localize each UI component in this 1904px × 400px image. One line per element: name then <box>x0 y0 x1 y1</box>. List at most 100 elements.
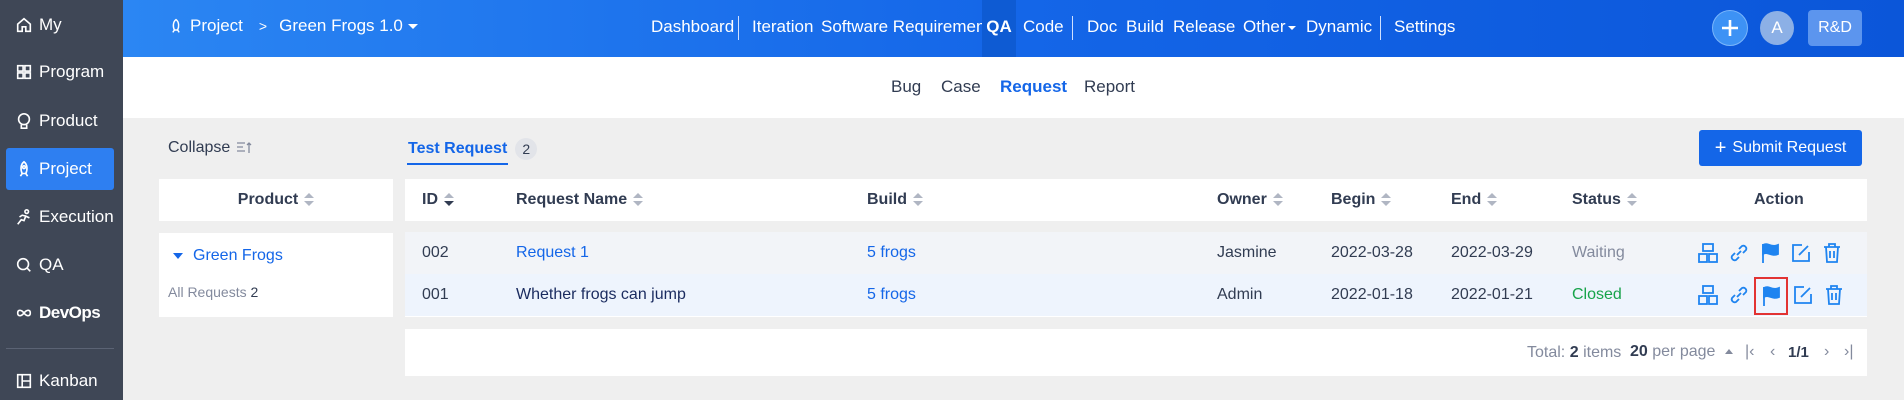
cell-begin: 2022-01-18 <box>1331 286 1413 303</box>
last-page-icon[interactable]: ›| <box>1844 343 1853 361</box>
product-tree: Green Frogs All Requests 2 <box>159 233 393 317</box>
tab-test-request[interactable]: Test Request 2 <box>408 138 538 160</box>
table-row: 002 Request 1 5 frogs Jasmine 2022-03-28… <box>405 232 1867 274</box>
nav-other[interactable]: Other <box>1243 0 1296 57</box>
sort-icon <box>913 192 923 207</box>
breadcrumb-root[interactable]: Project <box>190 16 243 36</box>
trash-icon[interactable] <box>1822 283 1846 307</box>
sidebar-item-label: Program <box>39 62 105 81</box>
chevron-right-icon: > <box>258 18 268 34</box>
column-header-request-name[interactable]: Request Name <box>516 179 644 221</box>
sidebar-item-project[interactable]: Project <box>6 148 114 190</box>
link-icon[interactable] <box>1727 283 1751 307</box>
nav-qa[interactable]: QA <box>982 0 1016 57</box>
row-actions <box>1696 277 1853 315</box>
flag-icon[interactable] <box>1758 241 1782 265</box>
pager: Total: 2 items 20 per page |‹ ‹ 1/1 › ›| <box>405 329 1867 376</box>
sidebar-item-label: My <box>39 15 62 34</box>
sidebar-item-label: Kanban <box>39 371 98 390</box>
nav-release[interactable]: Release <box>1173 0 1235 57</box>
collapse-icon <box>237 142 252 153</box>
column-header-owner[interactable]: Owner <box>1217 179 1283 221</box>
plus-icon <box>1722 20 1738 36</box>
first-page-icon[interactable]: |‹ <box>1745 343 1754 361</box>
cell-owner: Jasmine <box>1217 244 1277 261</box>
cell-request-name[interactable]: Request 1 <box>516 232 589 274</box>
cell-end: 2022-03-29 <box>1451 244 1533 261</box>
sidebar-item-qa[interactable]: QA <box>6 244 114 286</box>
sidebar-item-label: Execution <box>39 207 114 226</box>
row-actions <box>1696 241 1851 265</box>
team-button[interactable]: R&D <box>1808 10 1862 46</box>
column-header-id[interactable]: ID <box>422 179 454 221</box>
prev-page-icon[interactable]: ‹ <box>1770 343 1775 361</box>
cases-icon[interactable] <box>1696 283 1720 307</box>
cell-build[interactable]: 5 frogs <box>867 274 916 316</box>
sort-icon <box>1272 192 1283 207</box>
next-page-icon[interactable]: › <box>1824 343 1829 361</box>
per-page-select[interactable]: 20 per page <box>1630 343 1733 361</box>
nav-iteration[interactable]: Iteration <box>752 0 813 57</box>
cell-status: Waiting <box>1572 244 1625 261</box>
nav-settings[interactable]: Settings <box>1394 0 1455 57</box>
avatar[interactable]: A <box>1760 11 1794 45</box>
edit-icon[interactable] <box>1791 283 1815 307</box>
top-header: Project > Green Frogs 1.0 Dashboard Iter… <box>123 0 1904 57</box>
nav-dashboard[interactable]: Dashboard <box>651 0 734 57</box>
rocket-icon <box>14 159 34 179</box>
sidebar-item-label: Product <box>39 111 98 130</box>
cases-icon[interactable] <box>1696 241 1720 265</box>
tab-label: Test Request <box>408 140 508 157</box>
all-requests-count: 2 <box>250 284 259 300</box>
total-suffix: items <box>1583 344 1622 361</box>
nav-build[interactable]: Build <box>1126 0 1164 57</box>
subnav-request[interactable]: Request <box>1000 77 1067 97</box>
sub-nav: Bug Case Request Report <box>123 57 1904 118</box>
column-header-build[interactable]: Build <box>867 179 923 221</box>
sidebar-item-label: QA <box>39 255 64 274</box>
cell-id: 001 <box>422 286 449 303</box>
kanban-icon <box>14 371 34 391</box>
collapse-label: Collapse <box>168 139 231 156</box>
trash-icon[interactable] <box>1820 241 1844 265</box>
tab-count-badge: 2 <box>515 138 538 160</box>
nav-code[interactable]: Code <box>1023 0 1064 57</box>
subnav-report[interactable]: Report <box>1084 77 1135 97</box>
tab-underline <box>407 163 508 165</box>
product-column-header[interactable]: Product <box>159 179 393 221</box>
nav-divider <box>1072 16 1073 40</box>
sort-icon <box>1487 192 1498 207</box>
cell-build[interactable]: 5 frogs <box>867 232 916 274</box>
sort-icon <box>304 193 315 207</box>
cell-end: 2022-01-21 <box>1451 286 1533 303</box>
column-header-begin[interactable]: Begin <box>1331 179 1392 221</box>
link-icon[interactable] <box>1727 241 1751 265</box>
subnav-case[interactable]: Case <box>941 77 981 97</box>
breadcrumb-current[interactable]: Green Frogs 1.0 <box>279 16 418 36</box>
per-page-label: per page <box>1652 343 1716 360</box>
tree-item-green-frogs[interactable]: Green Frogs <box>173 247 283 265</box>
sidebar-item-kanban[interactable]: Kanban <box>6 360 114 400</box>
create-button[interactable] <box>1712 10 1748 46</box>
sidebar-item-program[interactable]: Program <box>6 51 114 93</box>
sidebar-item-product[interactable]: Product <box>6 100 114 142</box>
caret-down-icon <box>173 253 183 259</box>
edit-icon[interactable] <box>1789 241 1813 265</box>
collapse-button[interactable]: Collapse <box>168 139 252 157</box>
sidebar-item-devops[interactable]: DevOps <box>6 292 114 334</box>
request-table: 002 Request 1 5 frogs Jasmine 2022-03-28… <box>405 232 1867 317</box>
submit-request-button[interactable]: + Submit Request <box>1699 130 1862 166</box>
sidebar-item-execution[interactable]: Execution <box>6 196 114 238</box>
sort-icon <box>633 192 644 207</box>
nav-dynamic[interactable]: Dynamic <box>1306 0 1372 57</box>
total-prefix: Total: <box>1527 344 1566 361</box>
cell-request-name[interactable]: Whether frogs can jump <box>516 274 686 316</box>
column-header-end[interactable]: End <box>1451 179 1498 221</box>
nav-doc[interactable]: Doc <box>1087 0 1117 57</box>
column-header-status[interactable]: Status <box>1572 179 1637 221</box>
nav-software-requirement[interactable]: Software Requirement <box>821 0 990 57</box>
subnav-bug[interactable]: Bug <box>891 77 921 97</box>
flag-icon[interactable] <box>1754 277 1788 315</box>
sidebar-item-my[interactable]: My <box>6 4 114 46</box>
submit-request-label: Submit Request <box>1732 139 1847 156</box>
